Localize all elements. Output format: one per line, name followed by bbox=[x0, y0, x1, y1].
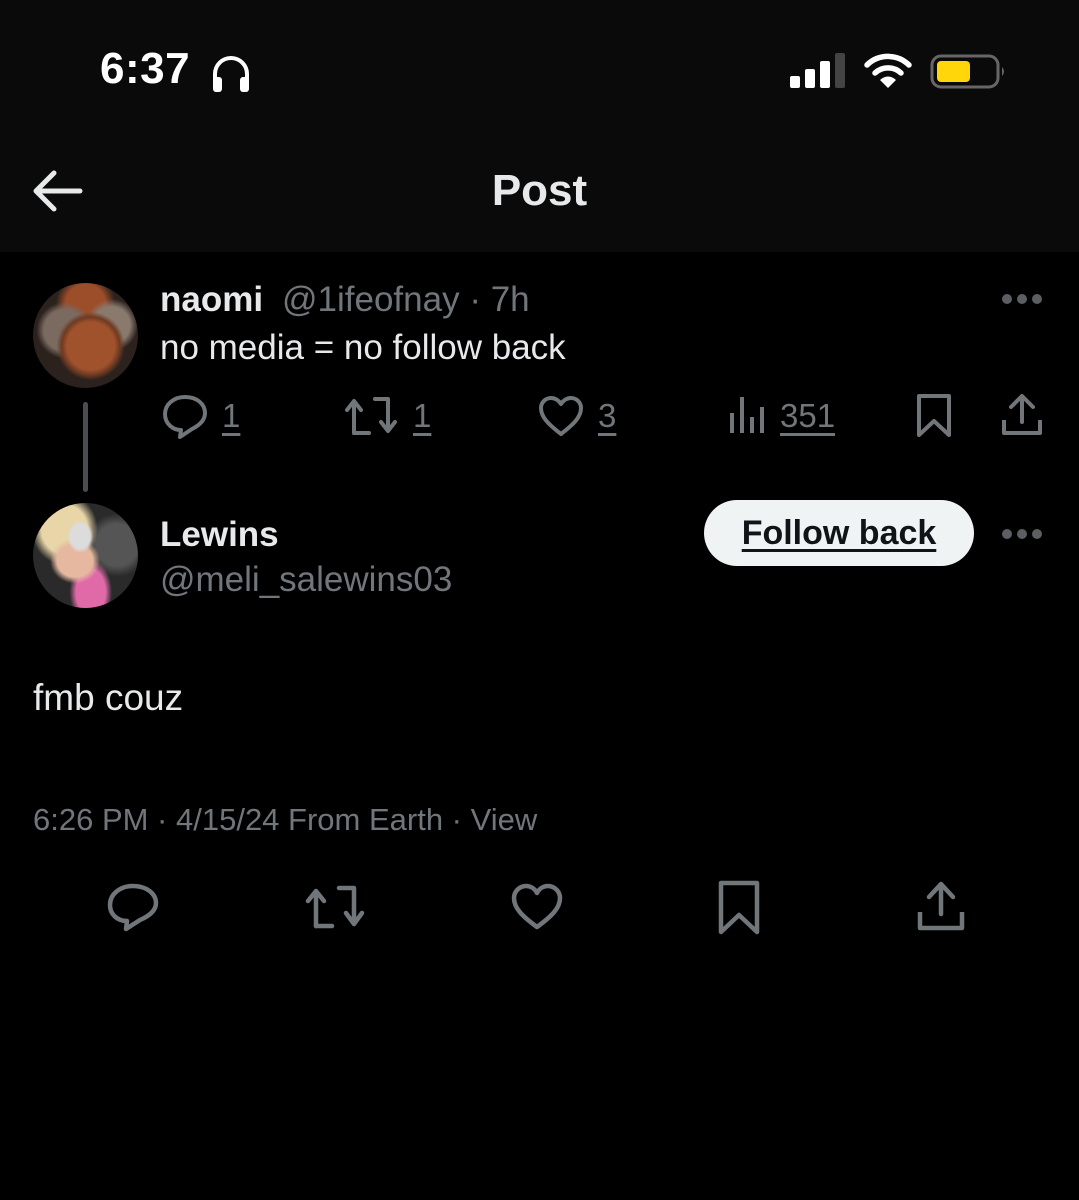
reply-more-button[interactable] bbox=[1002, 529, 1042, 541]
reply-icon bbox=[163, 395, 207, 439]
status-time: 6:37 bbox=[100, 44, 191, 93]
headphones-icon bbox=[213, 56, 249, 92]
parent-share-icon[interactable] bbox=[1000, 392, 1044, 438]
post-timestamp: 6:26 PM · 4/15/24 From Earth · View bbox=[33, 802, 538, 837]
reply-handle[interactable]: @meli_salewins03 bbox=[160, 560, 452, 600]
wifi-icon bbox=[864, 53, 912, 88]
repost-icon bbox=[345, 397, 397, 435]
parent-more-button[interactable] bbox=[1002, 294, 1042, 306]
repost-count[interactable]: 1 bbox=[413, 397, 431, 435]
parent-bookmark-icon[interactable] bbox=[914, 393, 954, 439]
page-title: Post bbox=[491, 166, 588, 215]
signal-bar-4 bbox=[835, 53, 845, 88]
battery-icon bbox=[930, 54, 1004, 89]
bookmark-icon[interactable] bbox=[716, 880, 762, 936]
views-icon bbox=[730, 397, 764, 433]
ellipsis-icon-dot bbox=[1032, 529, 1042, 539]
parent-handle[interactable]: @1ifeofnay bbox=[282, 280, 460, 319]
ellipsis-icon-dot bbox=[1032, 294, 1042, 304]
parent-views-button[interactable]: 351 bbox=[728, 393, 835, 439]
avatar-lewins[interactable] bbox=[33, 503, 138, 608]
battery-fill bbox=[937, 61, 970, 82]
reply-count[interactable]: 1 bbox=[222, 397, 240, 435]
parent-time-ago: · 7h bbox=[469, 280, 530, 319]
ellipsis-icon-dot bbox=[1017, 294, 1027, 304]
like-count[interactable]: 3 bbox=[598, 397, 616, 435]
repost-icon[interactable] bbox=[305, 882, 367, 932]
views-count[interactable]: 351 bbox=[780, 397, 835, 435]
avatar-naomi[interactable] bbox=[33, 283, 138, 388]
follow-back-button[interactable]: Follow back bbox=[704, 500, 974, 566]
parent-post-text: no media = no follow back bbox=[160, 328, 566, 367]
reply-display-name[interactable]: Lewins bbox=[160, 515, 279, 555]
parent-repost-button[interactable]: 1 bbox=[345, 393, 431, 439]
parent-display-name[interactable]: naomi bbox=[160, 280, 263, 320]
thread-connector-line bbox=[83, 402, 88, 492]
signal-bar-1 bbox=[790, 76, 800, 88]
reply-post-text: fmb couz bbox=[33, 677, 184, 718]
signal-icon bbox=[790, 53, 845, 88]
signal-bar-3 bbox=[820, 61, 830, 88]
share-icon[interactable] bbox=[916, 880, 966, 934]
ellipsis-icon-dot bbox=[1002, 294, 1012, 304]
like-icon[interactable] bbox=[510, 882, 564, 932]
signal-bar-2 bbox=[805, 69, 815, 88]
parent-reply-button[interactable]: 1 bbox=[162, 393, 240, 439]
like-icon bbox=[539, 396, 583, 436]
parent-handle-row: @1ifeofnay · 7h bbox=[282, 280, 530, 320]
parent-like-button[interactable]: 3 bbox=[538, 393, 616, 439]
ellipsis-icon-dot bbox=[1002, 529, 1012, 539]
reply-icon[interactable] bbox=[106, 882, 160, 932]
ellipsis-icon-dot bbox=[1017, 529, 1027, 539]
